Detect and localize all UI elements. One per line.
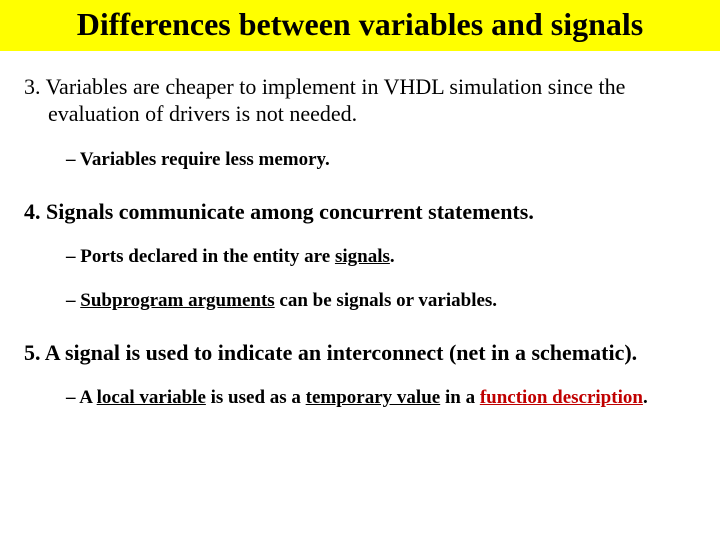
point-3-text: Variables are cheaper to implement in VH… xyxy=(46,74,626,127)
p5s-a: A xyxy=(79,387,96,408)
point-4-sub-1-underline: signals xyxy=(335,246,390,267)
point-5-sub-1: A local variable is used as a temporary … xyxy=(18,386,702,410)
point-3: 3. Variables are cheaper to implement in… xyxy=(18,73,702,128)
p5s-g: . xyxy=(643,387,648,408)
point-4-sub-2: Subprogram arguments can be signals or v… xyxy=(18,289,702,313)
point-4: 4. Signals communicate among concurrent … xyxy=(18,198,702,226)
point-4-sub-1-lead: Ports declared in the entity are xyxy=(80,246,335,267)
p5s-b: local variable xyxy=(97,387,206,408)
slide-title: Differences between variables and signal… xyxy=(0,0,720,51)
point-5: 5. A signal is used to indicate an inter… xyxy=(18,339,702,367)
point-3-sub-1: Variables require less memory. xyxy=(18,148,702,172)
p5s-d: temporary value xyxy=(306,387,441,408)
p5s-e: in a xyxy=(440,387,480,408)
point-4-text: Signals communicate among concurrent sta… xyxy=(46,199,534,224)
point-4-sub-2-underline: Subprogram arguments xyxy=(80,290,274,311)
point-4-sub-1: Ports declared in the entity are signals… xyxy=(18,245,702,269)
point-5-num: 5. xyxy=(24,340,41,365)
slide-body: 3. Variables are cheaper to implement in… xyxy=(0,51,720,410)
p5s-f: function description xyxy=(480,387,643,408)
point-4-sub-2-tail: can be signals or variables. xyxy=(275,290,497,311)
p5s-c: is used as a xyxy=(206,387,306,408)
point-4-sub-1-tail: . xyxy=(390,246,395,267)
point-3-num: 3. xyxy=(24,74,41,99)
point-5-text: A signal is used to indicate an intercon… xyxy=(45,340,637,365)
point-4-num: 4. xyxy=(24,199,41,224)
